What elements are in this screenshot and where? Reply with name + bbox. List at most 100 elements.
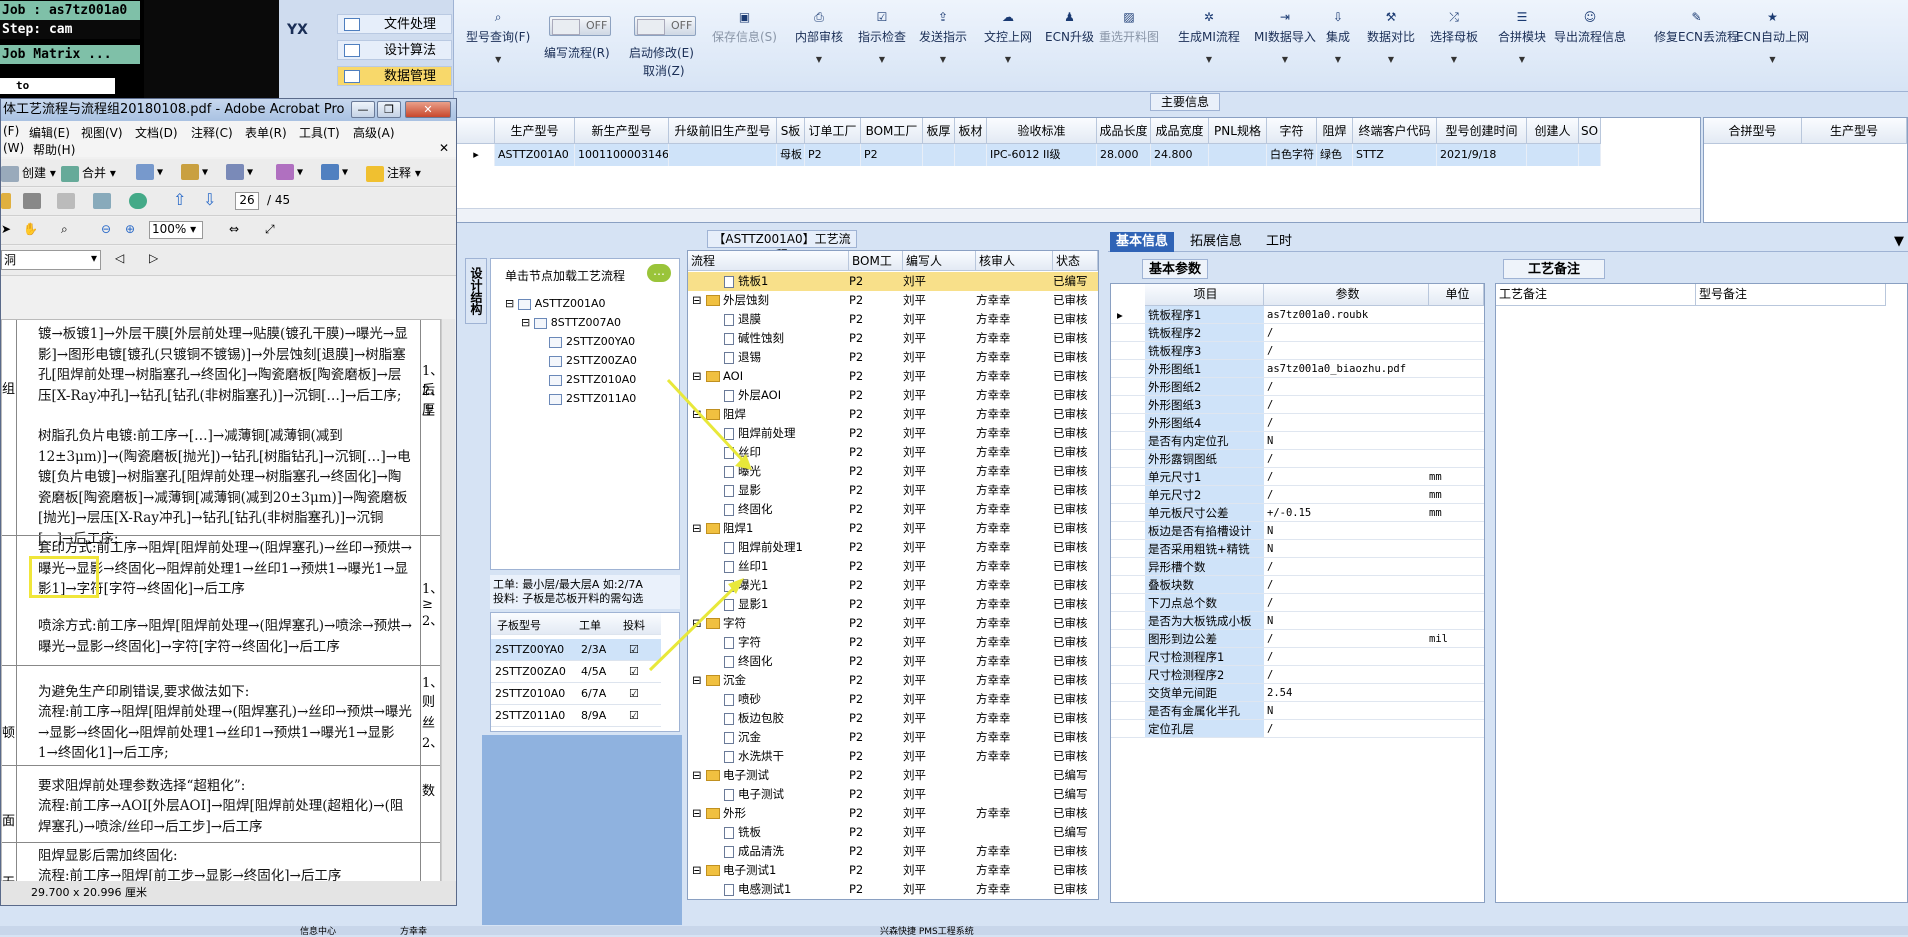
param-row[interactable]: 外形图纸4/ [1111, 414, 1484, 432]
menu-tools[interactable]: 工具(T) [299, 124, 340, 141]
process-row[interactable]: 退锡 P2 刘平 方幸幸 已审核 [688, 348, 1098, 367]
email-icon[interactable] [93, 193, 114, 209]
param-value[interactable]: / [1264, 594, 1424, 611]
cell[interactable] [1579, 144, 1601, 166]
column-header[interactable]: 验收标准 [987, 118, 1097, 144]
column-header[interactable]: 成品长度 [1097, 118, 1151, 144]
tab-process-remarks[interactable]: 工艺备注 [1503, 259, 1606, 279]
param-value[interactable]: N [1264, 432, 1424, 449]
param-row[interactable]: 单元板尺寸公差 +/-0.15 mm [1111, 504, 1484, 522]
param-row[interactable]: 外形图纸1 as7tz001a0_biaozhu.pdf [1111, 360, 1484, 378]
column-header[interactable]: 项目 [1145, 284, 1264, 306]
internal-review-button[interactable]: ⎙ 内部审核 ▼ [795, 10, 843, 64]
column-header[interactable]: 型号备注 [1696, 284, 1886, 306]
cell[interactable]: 24.800 [1151, 144, 1209, 166]
doc-control-online-button[interactable]: ☁ 文控上网 ▼ [984, 10, 1032, 64]
cell[interactable] [1209, 144, 1267, 166]
param-row[interactable]: 交货单元间距 2.54 [1111, 684, 1484, 702]
param-value[interactable]: N [1264, 522, 1424, 539]
horizontal-scrollbar[interactable] [455, 208, 1700, 222]
speech-bubble-icon[interactable]: … [647, 264, 671, 282]
param-row[interactable]: 板边是否有掐槽设计 N [1111, 522, 1484, 540]
nav-item-design-algorithm[interactable]: 设计算法 [337, 40, 452, 60]
param-row[interactable]: 尺寸检测程序2/ [1111, 666, 1484, 684]
multimedia-icon[interactable]: ▾ [321, 164, 348, 180]
reselect-cutting-button[interactable]: ▨ 重选开料图 [1099, 10, 1159, 45]
param-value[interactable]: / [1264, 342, 1424, 359]
cell[interactable] [923, 144, 955, 166]
column-header[interactable]: 状态 [1053, 251, 1098, 271]
create-button[interactable]: 创建 ▾ [1, 164, 56, 182]
param-value[interactable]: / [1264, 378, 1424, 395]
column-header[interactable]: 阻焊 [1317, 118, 1353, 144]
maximize-icon[interactable]: ❐ [377, 101, 401, 118]
param-row[interactable]: 单元尺寸1/mm [1111, 468, 1484, 486]
cell[interactable]: ASTTZ001A0 [495, 144, 575, 166]
param-row[interactable]: 异形槽个数 / [1111, 558, 1484, 576]
generate-mi-flow-button[interactable]: ✲ 生成MI流程 ▼ [1178, 10, 1240, 64]
menu-comment[interactable]: 注释(C) [191, 124, 233, 141]
collapse-icon[interactable]: ⊟ [692, 804, 702, 823]
tab-basic-info[interactable]: 基本信息 [1110, 232, 1175, 252]
cell[interactable]: 28.000 [1097, 144, 1151, 166]
tree-node-child[interactable]: ⊟ 8STTZ007A0 [521, 316, 621, 329]
zoom-out-icon[interactable]: ⊖ [101, 222, 111, 236]
web-icon[interactable] [129, 193, 150, 209]
cell[interactable]: STTZ [1353, 144, 1437, 166]
zoom-in-icon[interactable]: ⊕ [125, 222, 135, 236]
param-value[interactable]: N [1264, 540, 1424, 557]
page-up-icon[interactable]: ⇧ [173, 190, 186, 209]
collapse-icon[interactable]: ⊟ [692, 766, 702, 785]
process-row[interactable]: 喷砂 P2 刘平 方幸幸 已审核 [688, 690, 1098, 709]
tree-node-leaf[interactable]: 2STTZ00YA0 [549, 335, 635, 348]
column-header[interactable]: BOM工厂 [861, 118, 923, 144]
tree-node-root[interactable]: ⊟ ASTTZ001A0 [505, 297, 606, 310]
design-structure-tab[interactable]: 设计结构 [465, 258, 487, 324]
terminal-input[interactable]: to [0, 78, 115, 94]
save-info-button[interactable]: ▣ 保存信息(S) [712, 10, 777, 45]
menu-view[interactable]: 视图(V) [81, 124, 123, 141]
cell[interactable] [669, 144, 777, 166]
print-icon[interactable] [23, 193, 44, 209]
menu-help[interactable]: 帮助(H) [33, 141, 75, 158]
param-value[interactable]: / [1264, 324, 1424, 341]
param-value[interactable]: / [1264, 666, 1424, 683]
param-value[interactable]: / [1264, 486, 1424, 503]
param-row[interactable]: 尺寸检测程序1/ [1111, 648, 1484, 666]
cell[interactable]: 2021/9/18 [1437, 144, 1527, 166]
cell[interactable]: P2 [861, 144, 923, 166]
previous-result-icon[interactable]: ◁ [115, 251, 124, 265]
close-icon[interactable]: ✕ [439, 141, 449, 155]
process-row[interactable]: ⊟ 电子测试 P2 刘平 已编写 [688, 766, 1098, 785]
menu-document[interactable]: 文档(D) [135, 124, 178, 141]
merge-module-button[interactable]: ☰ 合拼模块 ▼ [1498, 10, 1546, 64]
param-row[interactable]: 是否有金属化半孔 N [1111, 702, 1484, 720]
acrobat-titlebar[interactable]: 体工艺流程与流程组20180108.pdf - Adobe Acrobat Pr… [1, 99, 456, 121]
pdf-document-view[interactable]: 镀→板镀1]→外层干膜[外层前处理→贴膜(镀孔干膜)→曝光→显影]→图形电镀[镀… [1, 319, 441, 885]
cell[interactable] [1527, 144, 1579, 166]
process-row[interactable]: 电子测试 P2 刘平 已编写 [688, 785, 1098, 804]
fit-width-icon[interactable]: ⇔ [229, 222, 239, 236]
start-edit-toggle[interactable]: OFF [634, 16, 696, 36]
column-header[interactable]: 创建人 [1527, 118, 1579, 144]
menu-forms[interactable]: 表单(R) [245, 124, 287, 141]
process-row[interactable]: ⊟ 电子测试1 P2 刘平 方幸幸 已审核 [688, 861, 1098, 880]
mi-data-import-button[interactable]: ⇥ MI数据导入 ▼ [1254, 10, 1316, 64]
param-value[interactable]: as7tz001a0_biaozhu.pdf [1264, 360, 1424, 377]
param-value[interactable]: N [1264, 702, 1424, 719]
chevron-down-icon[interactable]: ▼ [1888, 232, 1908, 252]
column-header[interactable]: 工艺备注 [1496, 284, 1696, 306]
param-row[interactable]: 定位孔层 / [1111, 720, 1484, 738]
checkbox[interactable]: ☑ [629, 709, 639, 722]
column-header[interactable]: PNL规格 [1209, 118, 1267, 144]
close-icon[interactable]: ✕ [405, 101, 451, 118]
param-row[interactable]: 铣板程序3/ [1111, 342, 1484, 360]
cell[interactable]: 绿色 [1317, 144, 1353, 166]
column-header[interactable]: 订单工厂 [805, 118, 861, 144]
param-row[interactable]: 外形图纸2/ [1111, 378, 1484, 396]
combine-button[interactable]: 合并 ▾ [61, 164, 116, 182]
tree-node-leaf[interactable]: 2STTZ00ZA0 [549, 354, 637, 367]
process-row[interactable]: 铣板 P2 刘平 已编写 [688, 823, 1098, 842]
column-header[interactable]: 板厚 [923, 118, 955, 144]
param-row[interactable]: 铣板程序2/ [1111, 324, 1484, 342]
